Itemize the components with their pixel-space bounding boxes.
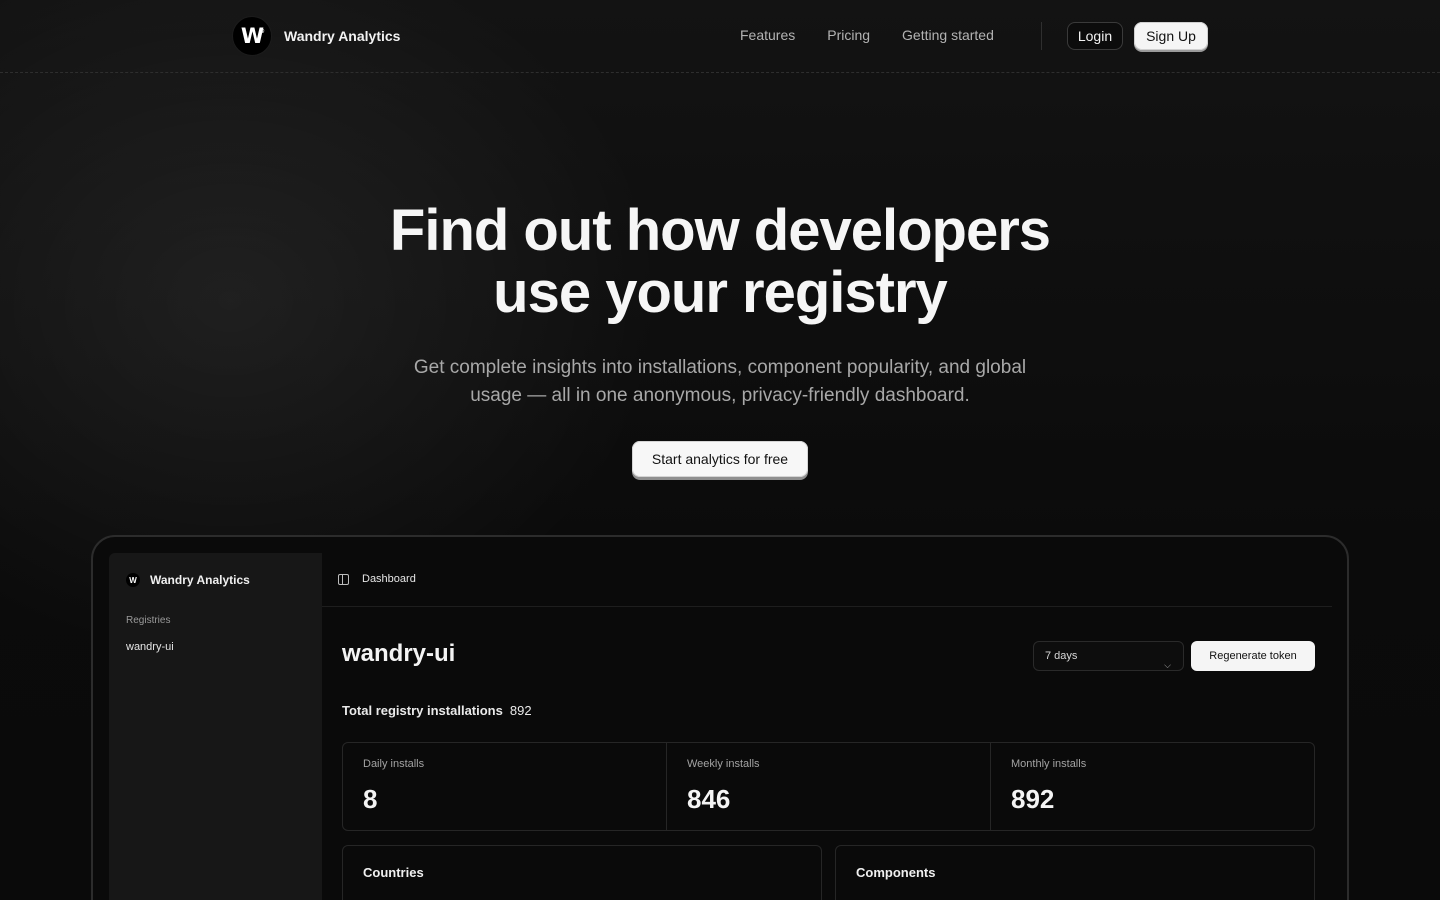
stat-label: Daily installs — [363, 758, 425, 770]
nav-link-getting-started[interactable]: Getting started — [902, 27, 994, 43]
hero-title-line-1: Find out how developers — [389, 198, 1051, 263]
wandry-logo-icon: W — [126, 573, 140, 587]
total-value: 892 — [509, 703, 532, 718]
sidebar-item-wandry-ui[interactable]: wandry-ui — [126, 641, 174, 653]
nav-links: Features Pricing Getting started — [740, 27, 994, 43]
hero-subtitle: Get complete insights into installations… — [370, 354, 1070, 410]
range-select-value: 7 days — [1045, 650, 1078, 662]
sidebar-brand-name: Wandry Analytics — [150, 573, 250, 587]
breadcrumb: Dashboard — [362, 573, 416, 585]
signup-button[interactable]: Sign Up — [1134, 22, 1208, 50]
stat-value: 846 — [687, 784, 731, 814]
card-title: Countries — [363, 865, 424, 880]
brand[interactable]: W ® Wandry Analytics — [232, 16, 400, 56]
sidebar-toggle-icon[interactable] — [338, 574, 349, 585]
stat-weekly: Weekly installs 846 — [667, 743, 991, 830]
regenerate-token-button[interactable]: Regenerate token — [1191, 641, 1315, 671]
hero-subtitle-line-2: usage — all in one anonymous, privacy-fr… — [470, 385, 970, 406]
nav-link-pricing[interactable]: Pricing — [827, 27, 870, 43]
countries-card: Countries — [342, 845, 822, 900]
hero-title: Find out how developers use your registr… — [0, 200, 1440, 324]
sidebar-section-label: Registries — [126, 615, 171, 626]
login-button[interactable]: Login — [1067, 22, 1123, 50]
nav-divider — [1041, 22, 1042, 50]
total-label: Total registry installations — [342, 703, 503, 718]
stats-row: Daily installs 8 Weekly installs 846 Mon… — [342, 742, 1315, 831]
dashboard-sidebar: W Wandry Analytics Registries wandry-ui — [109, 553, 322, 900]
registry-title: wandry-ui — [342, 640, 456, 667]
stat-monthly: Monthly installs 892 — [991, 743, 1314, 830]
stat-label: Weekly installs — [687, 758, 760, 770]
stat-value: 8 — [363, 784, 378, 814]
hero-subtitle-line-1: Get complete insights into installations… — [413, 357, 1027, 378]
card-title: Components — [856, 865, 936, 880]
wandry-logo-icon: W ® — [232, 16, 272, 56]
chevron-down-icon: ⌵ — [1164, 660, 1171, 670]
total-installations: Total registry installations 892 — [342, 703, 532, 718]
nav-link-features[interactable]: Features — [740, 27, 795, 43]
dashboard-header: Dashboard — [322, 553, 1332, 607]
hero-title-line-2: use your registry — [493, 260, 948, 325]
sidebar-brand[interactable]: W Wandry Analytics — [126, 573, 250, 587]
stat-daily: Daily installs 8 — [343, 743, 667, 830]
top-nav: W ® Wandry Analytics Features Pricing Get… — [0, 0, 1440, 73]
start-analytics-button[interactable]: Start analytics for free — [632, 441, 808, 477]
brand-name: Wandry Analytics — [284, 28, 401, 44]
range-select[interactable]: 7 days ⌵ — [1033, 641, 1184, 671]
stat-label: Monthly installs — [1011, 758, 1087, 770]
stat-value: 892 — [1011, 784, 1055, 814]
components-card: Components — [835, 845, 1315, 900]
